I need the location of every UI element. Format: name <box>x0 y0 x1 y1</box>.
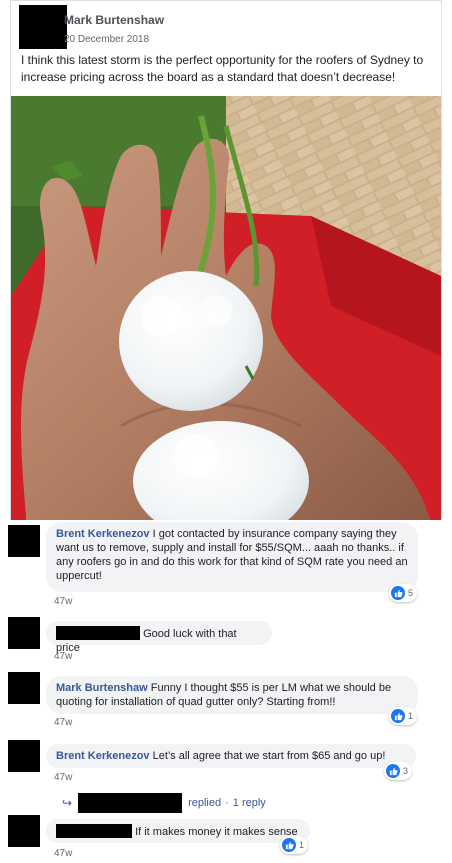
like-icon <box>391 586 405 600</box>
comment-author[interactable]: Brent Kerkenezov <box>56 750 150 762</box>
like-icon <box>386 764 400 778</box>
comment-timestamp[interactable]: 47w <box>54 651 72 662</box>
comment-bubble: Brent Kerkenezov Let’s all agree that we… <box>46 744 416 768</box>
comment-text: Let’s all agree that we start from $65 a… <box>152 750 386 762</box>
comment-author[interactable]: Brent Kerkenezov <box>56 528 150 540</box>
replies-separator: · <box>225 797 229 809</box>
reaction-count[interactable]: 1 <box>389 707 418 725</box>
comment-author[interactable]: Mark Burtenshaw <box>56 682 148 694</box>
reaction-count[interactable]: 3 <box>384 762 413 780</box>
comment-author-redacted[interactable] <box>56 824 132 838</box>
comment-avatar-redacted[interactable] <box>8 525 40 557</box>
comment-bubble: Good luck with that price <box>46 621 272 654</box>
comment-bubble: If it makes money it makes sense <box>46 819 310 843</box>
like-icon <box>282 838 296 852</box>
post-author-name[interactable]: Mark Burtenshaw <box>64 13 164 27</box>
comment-author-redacted[interactable] <box>56 626 140 640</box>
like-icon <box>391 709 405 723</box>
reply-author-redacted[interactable] <box>78 793 183 813</box>
replies-label: replied <box>188 797 222 809</box>
comment-avatar-redacted[interactable] <box>8 672 40 704</box>
view-replies-link[interactable]: ↪ replied · 1 reply <box>62 793 266 813</box>
comment-bubble: Brent Kerkenezov I got contacted by insu… <box>46 522 418 592</box>
comment-text: If it makes money it makes sense <box>135 826 298 838</box>
reaction-count[interactable]: 1 <box>280 836 309 854</box>
post-date[interactable]: 20 December 2018 <box>64 34 149 45</box>
post-author-avatar-redacted[interactable] <box>19 5 67 49</box>
hailstones-in-hand-photo <box>11 96 441 521</box>
post-card: Mark Burtenshaw 20 December 2018 I think… <box>10 0 442 521</box>
comment-bubble: Mark Burtenshaw Funny I thought $55 is p… <box>46 676 418 714</box>
comment-timestamp[interactable]: 47w <box>54 717 72 728</box>
reaction-count[interactable]: 5 <box>389 584 418 602</box>
post-photo[interactable] <box>11 96 441 521</box>
reply-arrow-icon: ↪ <box>62 796 73 810</box>
replies-count: 1 reply <box>232 797 266 809</box>
comment-timestamp[interactable]: 47w <box>54 772 72 783</box>
comment-avatar-redacted[interactable] <box>8 740 40 772</box>
comment-timestamp[interactable]: 47w <box>54 848 72 859</box>
comment-avatar-redacted[interactable] <box>8 815 40 847</box>
post-text: I think this latest storm is the perfect… <box>21 53 424 84</box>
comment-timestamp[interactable]: 47w <box>54 596 72 607</box>
comment-avatar-redacted[interactable] <box>8 617 40 649</box>
